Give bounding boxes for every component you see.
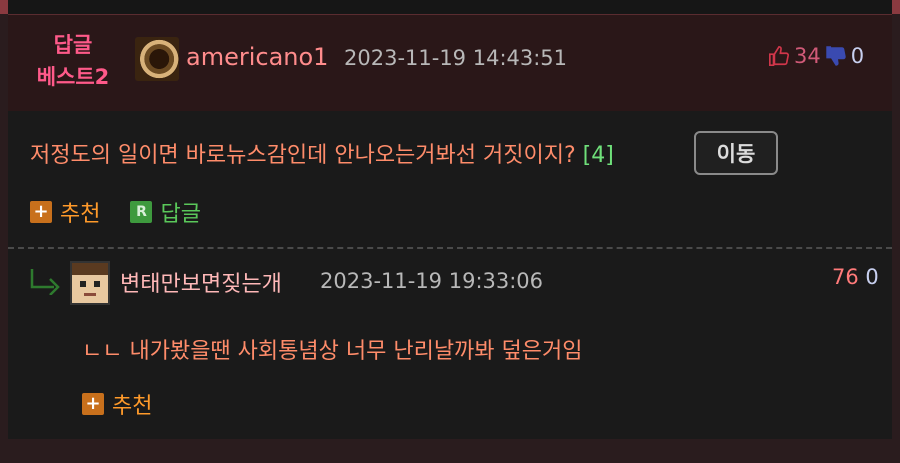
comment-actions: + 추천 R 답글 — [30, 197, 201, 227]
best-badge-line2: 베스트2 — [36, 65, 110, 89]
thumb-down-icon[interactable] — [825, 45, 847, 67]
comment-author[interactable]: americano1 — [186, 43, 328, 71]
reply-recommend-button[interactable]: + 추천 — [82, 388, 152, 420]
comment-datetime: 2023-11-19 14:43:51 — [344, 46, 568, 70]
downvote-count: 0 — [850, 44, 865, 68]
divider — [8, 247, 892, 249]
recommend-button[interactable]: + 추천 — [30, 196, 100, 228]
reply-icon: R — [130, 201, 153, 223]
upvote-count: 34 — [794, 44, 821, 68]
reply-datetime: 2023-11-19 19:33:06 — [320, 269, 544, 293]
reply-count[interactable]: [4] — [583, 143, 614, 168]
reply-downvote-count: 0 — [865, 265, 879, 289]
best-reply-badge: 답글 베스트2 — [28, 29, 118, 93]
reply-arrow-icon — [30, 269, 60, 295]
plus-icon: + — [30, 201, 52, 223]
comment-frame: 답글 베스트2 americano1 2023-11-19 14:43:51 3… — [0, 14, 900, 463]
best-comment-header: 답글 베스트2 americano1 2023-11-19 14:43:51 3… — [8, 15, 892, 111]
reply-text: ㄴㄴ 내가봤을땐 사회통념상 너무 난리날까봐 덮은거임 — [82, 339, 583, 364]
plus-icon: + — [82, 393, 104, 415]
recommend-label: 추천 — [60, 202, 101, 227]
comment-list: 답글 베스트2 americano1 2023-11-19 14:43:51 3… — [8, 14, 892, 439]
comment-body: 저정도의 일이면 바로뉴스감인데 안나오는거봐선 거짓이지? [4] — [30, 137, 614, 169]
thumb-up-icon[interactable] — [768, 45, 790, 67]
reply-vote-counts: 76 0 — [832, 265, 879, 289]
avatar[interactable] — [135, 37, 179, 81]
reply-upvote-count: 76 — [832, 265, 859, 289]
avatar[interactable] — [70, 261, 110, 305]
top-strip — [0, 0, 900, 14]
move-button[interactable]: 이동 — [694, 131, 778, 175]
reply-label: 답글 — [160, 202, 201, 227]
vote-counts: 34 0 — [768, 41, 864, 71]
reply-actions: + 추천 — [82, 389, 152, 419]
reply-button[interactable]: R 답글 — [130, 196, 201, 228]
best-badge-line1: 답글 — [53, 33, 93, 57]
comment-text: 저정도의 일이면 바로뉴스감인데 안나오는거봐선 거짓이지? — [30, 143, 576, 168]
reply-author[interactable]: 변태만보면짖는개 — [120, 266, 282, 298]
recommend-label: 추천 — [112, 394, 153, 419]
